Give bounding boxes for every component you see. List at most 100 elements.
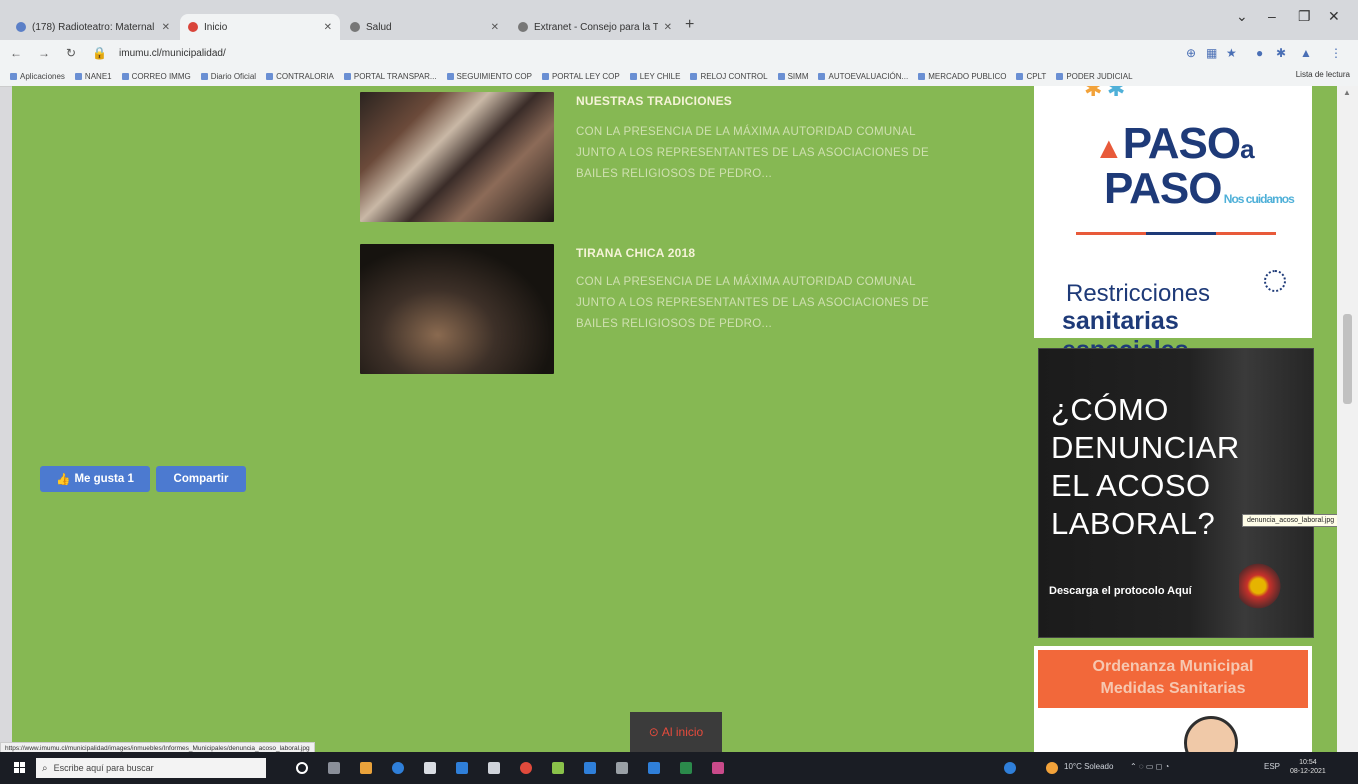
bookmark-item[interactable]: PORTAL LEY COP <box>541 71 620 81</box>
bookmark-label: Diario Oficial <box>210 71 257 81</box>
close-window-button[interactable]: ✕ <box>1328 8 1340 25</box>
lock-icon[interactable]: 🔒 <box>92 46 107 60</box>
bookmark-item[interactable]: SIMM <box>777 72 808 81</box>
zoom-icon[interactable]: ⊕ <box>1186 46 1196 60</box>
news-title[interactable]: TIRANA CHICA 2018 <box>576 246 695 260</box>
bookmark-icon <box>777 72 785 80</box>
back-icon[interactable]: ← <box>10 46 22 60</box>
chrome-icon[interactable] <box>520 762 532 774</box>
tab-inicio[interactable]: Inicio ✕ <box>180 14 340 40</box>
outlook-icon[interactable] <box>648 762 660 774</box>
tab-extranet[interactable]: Extranet - Consejo para la Trans ✕ <box>510 14 680 40</box>
bookmark-label: CONTRALORIA <box>276 71 334 81</box>
bookmark-label: CPLT <box>1026 71 1047 81</box>
bookmark-item[interactable]: PODER JUDICIAL <box>1056 71 1133 81</box>
apps-icon[interactable]: ▦ <box>1206 46 1217 60</box>
bookmark-label: PORTAL LEY COP <box>551 71 620 81</box>
file-explorer-icon[interactable] <box>360 762 372 774</box>
bookmark-item[interactable]: AUTOEVALUACIÓN... <box>818 72 908 81</box>
tab-search-icon[interactable]: ⌄ <box>1236 8 1248 25</box>
language-indicator[interactable]: ESP <box>1264 762 1280 771</box>
phone-icon[interactable] <box>488 762 500 774</box>
bookmark-icon <box>1056 72 1064 80</box>
tab-salud[interactable]: Salud ✕ <box>342 14 507 40</box>
network-icon[interactable] <box>1004 762 1016 774</box>
app-icon[interactable] <box>552 762 564 774</box>
download-protocol-link[interactable]: Descarga el protocolo Aquí <box>1049 585 1192 597</box>
new-tab-button[interactable]: + <box>685 16 694 34</box>
divider <box>1076 232 1276 235</box>
forward-icon[interactable]: → <box>38 46 50 60</box>
bookmark-label: MERCADO PUBLICO <box>928 71 1007 81</box>
back-to-top-button[interactable]: ⊙ Al inicio <box>630 712 722 752</box>
bookmark-item[interactable]: NANE1 <box>74 72 112 81</box>
menu-icon[interactable]: ⋮ <box>1330 46 1342 60</box>
url-field[interactable]: imumu.cl/municipalidad/ <box>119 48 226 59</box>
close-icon[interactable]: ✕ <box>324 22 332 33</box>
scroll-up-icon[interactable]: ▲ <box>1343 88 1351 97</box>
restricciones-label: Restricciones <box>1066 280 1211 307</box>
profile-icon[interactable]: ▲ <box>1300 46 1312 60</box>
bookmark-icon <box>10 72 17 80</box>
tab-radioteatro[interactable]: (178) Radioteatro: Maternal « Noti ✕ <box>8 14 178 40</box>
bookmark-item[interactable]: CPLT <box>1016 72 1046 81</box>
close-icon[interactable]: ✕ <box>162 22 170 33</box>
puzzle-icon[interactable]: ✱ <box>1276 46 1286 60</box>
people-logo-icon: ✱ ✱ <box>1084 86 1126 101</box>
bookmark-item[interactable]: RELOJ CONTROL <box>690 72 768 81</box>
star-icon[interactable]: ★ <box>1226 46 1237 60</box>
bookmark-icon <box>690 72 698 80</box>
sun-icon <box>1264 270 1286 292</box>
minimize-button[interactable]: – <box>1268 8 1276 24</box>
ordenanza-banner[interactable]: Ordenanza Municipal Medidas Sanitarias <box>1034 646 1312 752</box>
bookmark-icon <box>343 72 351 80</box>
taskbar-search-input[interactable]: ⌕ Escribe aquí para buscar <box>36 758 266 778</box>
close-icon[interactable]: ✕ <box>664 22 672 33</box>
page-scrollbar[interactable]: ▲ <box>1337 86 1358 752</box>
bookmark-item[interactable]: MERCADO PUBLICO <box>918 72 1006 81</box>
maximize-button[interactable]: ❐ <box>1298 8 1311 25</box>
windows-start-icon[interactable] <box>14 762 26 774</box>
tab-label: Extranet - Consejo para la Trans <box>534 21 658 33</box>
news-image-tradiciones[interactable] <box>360 92 554 222</box>
bookmark-label: LEY CHILE <box>639 71 681 81</box>
bookmark-item[interactable]: Aplicaciones <box>10 72 65 81</box>
news-image-tirana[interactable] <box>360 244 554 374</box>
extension-icon[interactable]: ● <box>1256 46 1263 60</box>
calculator-icon[interactable] <box>616 762 628 774</box>
paso-a-paso-banner[interactable]: ✱ ✱ ▲PASOa PASO Nos cuidamos Restriccion… <box>1034 86 1312 364</box>
facebook-like-button[interactable]: 👍 Me gusta 1 <box>40 466 150 492</box>
bookmark-icon <box>541 72 549 80</box>
store-icon[interactable] <box>456 762 468 774</box>
system-tray-icons[interactable]: ⌃ ◌ ▭ ◻ ◔ <box>1130 762 1169 771</box>
close-icon[interactable]: ✕ <box>491 22 499 33</box>
mail-icon[interactable] <box>424 762 436 774</box>
bookmark-item[interactable]: CONTRALORIA <box>266 72 334 81</box>
app-icon-2[interactable] <box>712 762 724 774</box>
bookmark-label: PODER JUDICIAL <box>1066 71 1133 81</box>
weather-icon[interactable] <box>1046 762 1058 774</box>
news-excerpt: CON LA PRESENCIA DE LA MÁXIMA AUTORIDAD … <box>576 276 929 330</box>
taskbar-clock[interactable]: 10:54 08-12-2021 <box>1290 758 1326 776</box>
bookmark-item[interactable]: PORTAL TRANSPAR... <box>343 72 437 81</box>
word-icon[interactable] <box>584 762 596 774</box>
bookmark-label: Aplicaciones <box>20 71 65 81</box>
facebook-share-button[interactable]: Compartir <box>156 466 246 492</box>
reading-list-button[interactable]: Lista de lectura <box>1296 70 1350 79</box>
news-title[interactable]: NUESTRAS TRADICIONES <box>576 94 732 108</box>
bookmark-item[interactable]: CORREO IMMG <box>121 72 191 81</box>
reload-icon[interactable]: ↻ <box>66 46 76 60</box>
excel-icon[interactable] <box>680 762 692 774</box>
cortana-icon[interactable] <box>296 762 308 774</box>
task-view-icon[interactable] <box>328 762 340 774</box>
scroll-thumb[interactable] <box>1343 314 1352 404</box>
weather-label[interactable]: 10°C Soleado <box>1064 762 1113 771</box>
bookmark-item[interactable]: SEGUIMIENTO COP <box>446 72 532 81</box>
bookmark-icon <box>818 72 826 80</box>
image-tooltip: denuncia_acoso_laboral.jpg <box>1242 514 1337 527</box>
edge-icon[interactable] <box>392 762 404 774</box>
acoso-laboral-banner[interactable]: ¿CÓMO DENUNCIAR EL ACOSO LABORAL? Descar… <box>1038 348 1314 638</box>
arrow-up-icon: ⊙ <box>648 725 659 739</box>
bookmark-item[interactable]: LEY CHILE <box>629 71 681 81</box>
bookmark-item[interactable]: Diario Oficial <box>200 71 257 81</box>
